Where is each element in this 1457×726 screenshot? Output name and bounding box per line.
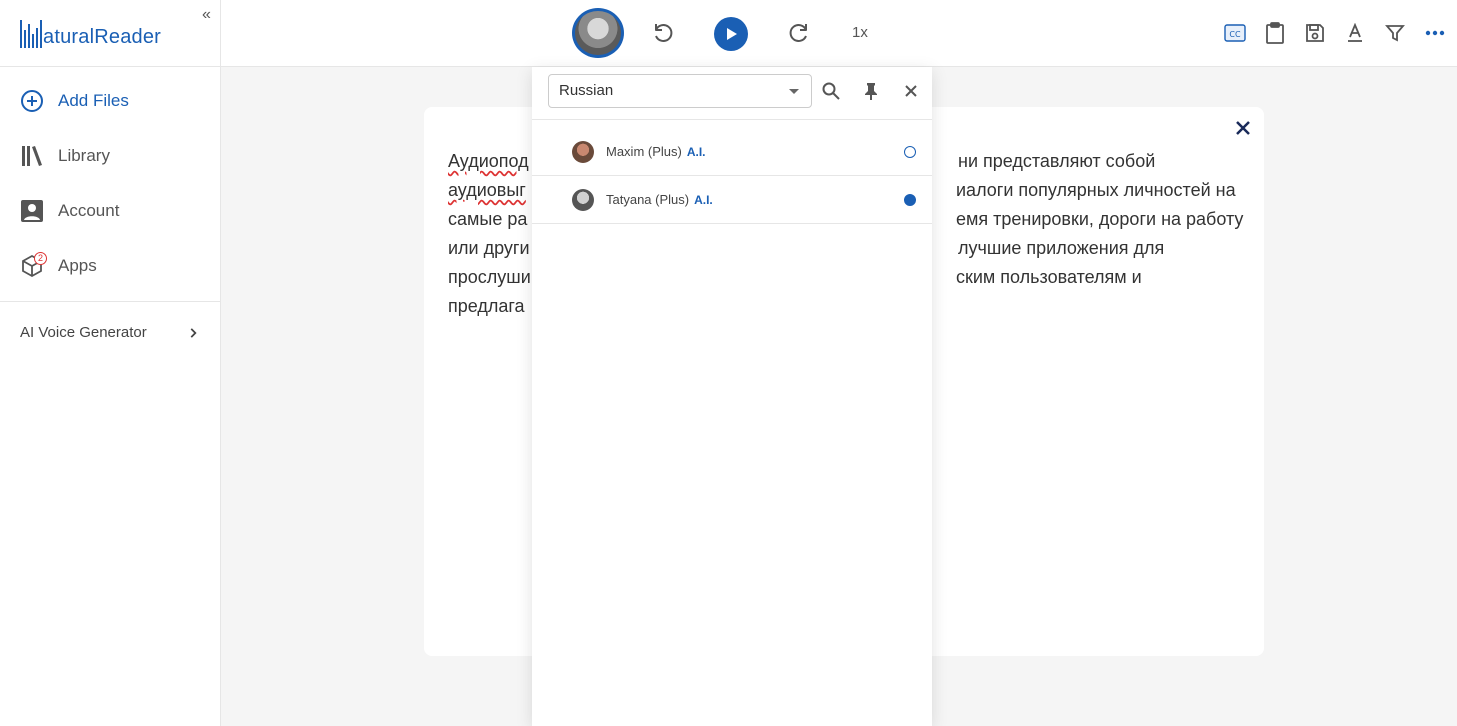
svg-text:CC: CC: [1229, 30, 1241, 39]
close-document-icon[interactable]: [1232, 117, 1254, 139]
ai-voice-generator-label: AI Voice Generator: [20, 324, 147, 341]
search-icon[interactable]: [821, 81, 843, 103]
text-style-icon[interactable]: [1342, 20, 1368, 46]
pin-icon[interactable]: [861, 81, 883, 103]
voice-selection-panel: Russian Maxim (Plus) A.I. Tatyana (Plus)…: [532, 67, 932, 726]
library-icon: [22, 146, 42, 166]
language-select[interactable]: Russian: [548, 74, 812, 108]
more-options-icon[interactable]: [1422, 20, 1448, 46]
chevron-right-icon: [190, 327, 197, 338]
voice-ai-tag: A.I.: [686, 144, 706, 159]
play-icon: [727, 28, 737, 40]
voice-panel-header: Russian: [532, 67, 932, 120]
sidebar-item-library[interactable]: Library: [20, 144, 110, 168]
sidebar-item-label: Library: [58, 146, 110, 165]
voice-radio[interactable]: [904, 146, 916, 158]
apps-badge: 2: [34, 252, 47, 265]
sidebar-item-account[interactable]: Account: [20, 199, 119, 223]
sidebar-item-label: Add Files: [58, 91, 129, 110]
ai-voice-generator-link[interactable]: AI Voice Generator: [20, 324, 200, 341]
close-panel-icon[interactable]: [901, 81, 923, 103]
voice-avatar: [572, 140, 594, 163]
sidebar: aturalReader « Add Files Library Account…: [0, 0, 221, 726]
sidebar-item-label: Account: [58, 201, 120, 220]
logo-bars-icon: [20, 18, 42, 48]
naturalreader-logo[interactable]: aturalReader: [20, 16, 161, 48]
dropdown-caret-icon: [789, 89, 799, 94]
voice-option-maxim[interactable]: Maxim (Plus) A.I.: [532, 128, 932, 176]
voice-name: Maxim (Plus): [606, 144, 682, 159]
voice-ai-tag: A.I.: [694, 192, 713, 207]
sidebar-divider: [0, 301, 221, 302]
closed-captions-icon[interactable]: CC: [1222, 20, 1248, 46]
sidebar-divider: [0, 66, 221, 67]
plus-circle-icon: [21, 90, 43, 112]
apps-cube-icon: 2: [20, 252, 47, 278]
voice-option-tatyana[interactable]: Tatyana (Plus) A.I.: [532, 176, 932, 224]
account-icon: [21, 200, 43, 222]
clipboard-icon[interactable]: [1262, 20, 1288, 46]
collapse-sidebar-icon[interactable]: «: [202, 6, 211, 24]
forward-icon[interactable]: [786, 20, 812, 46]
play-button[interactable]: [714, 17, 748, 51]
playback-speed-button[interactable]: 1x: [852, 24, 868, 41]
rewind-icon[interactable]: [650, 20, 676, 46]
voice-avatar-button[interactable]: [572, 8, 624, 58]
sidebar-item-label: Apps: [58, 256, 97, 275]
voice-name: Tatyana (Plus): [606, 192, 690, 207]
filter-icon[interactable]: [1382, 20, 1408, 46]
sidebar-item-apps[interactable]: 2 Apps: [20, 252, 97, 278]
save-icon[interactable]: [1302, 20, 1328, 46]
voice-avatar-image: [575, 11, 621, 55]
logo-text: aturalReader: [43, 26, 162, 48]
language-select-value: Russian: [559, 82, 614, 99]
sidebar-item-add-files[interactable]: Add Files: [20, 89, 129, 113]
voice-avatar: [572, 188, 594, 211]
voice-radio-selected[interactable]: [904, 194, 916, 206]
